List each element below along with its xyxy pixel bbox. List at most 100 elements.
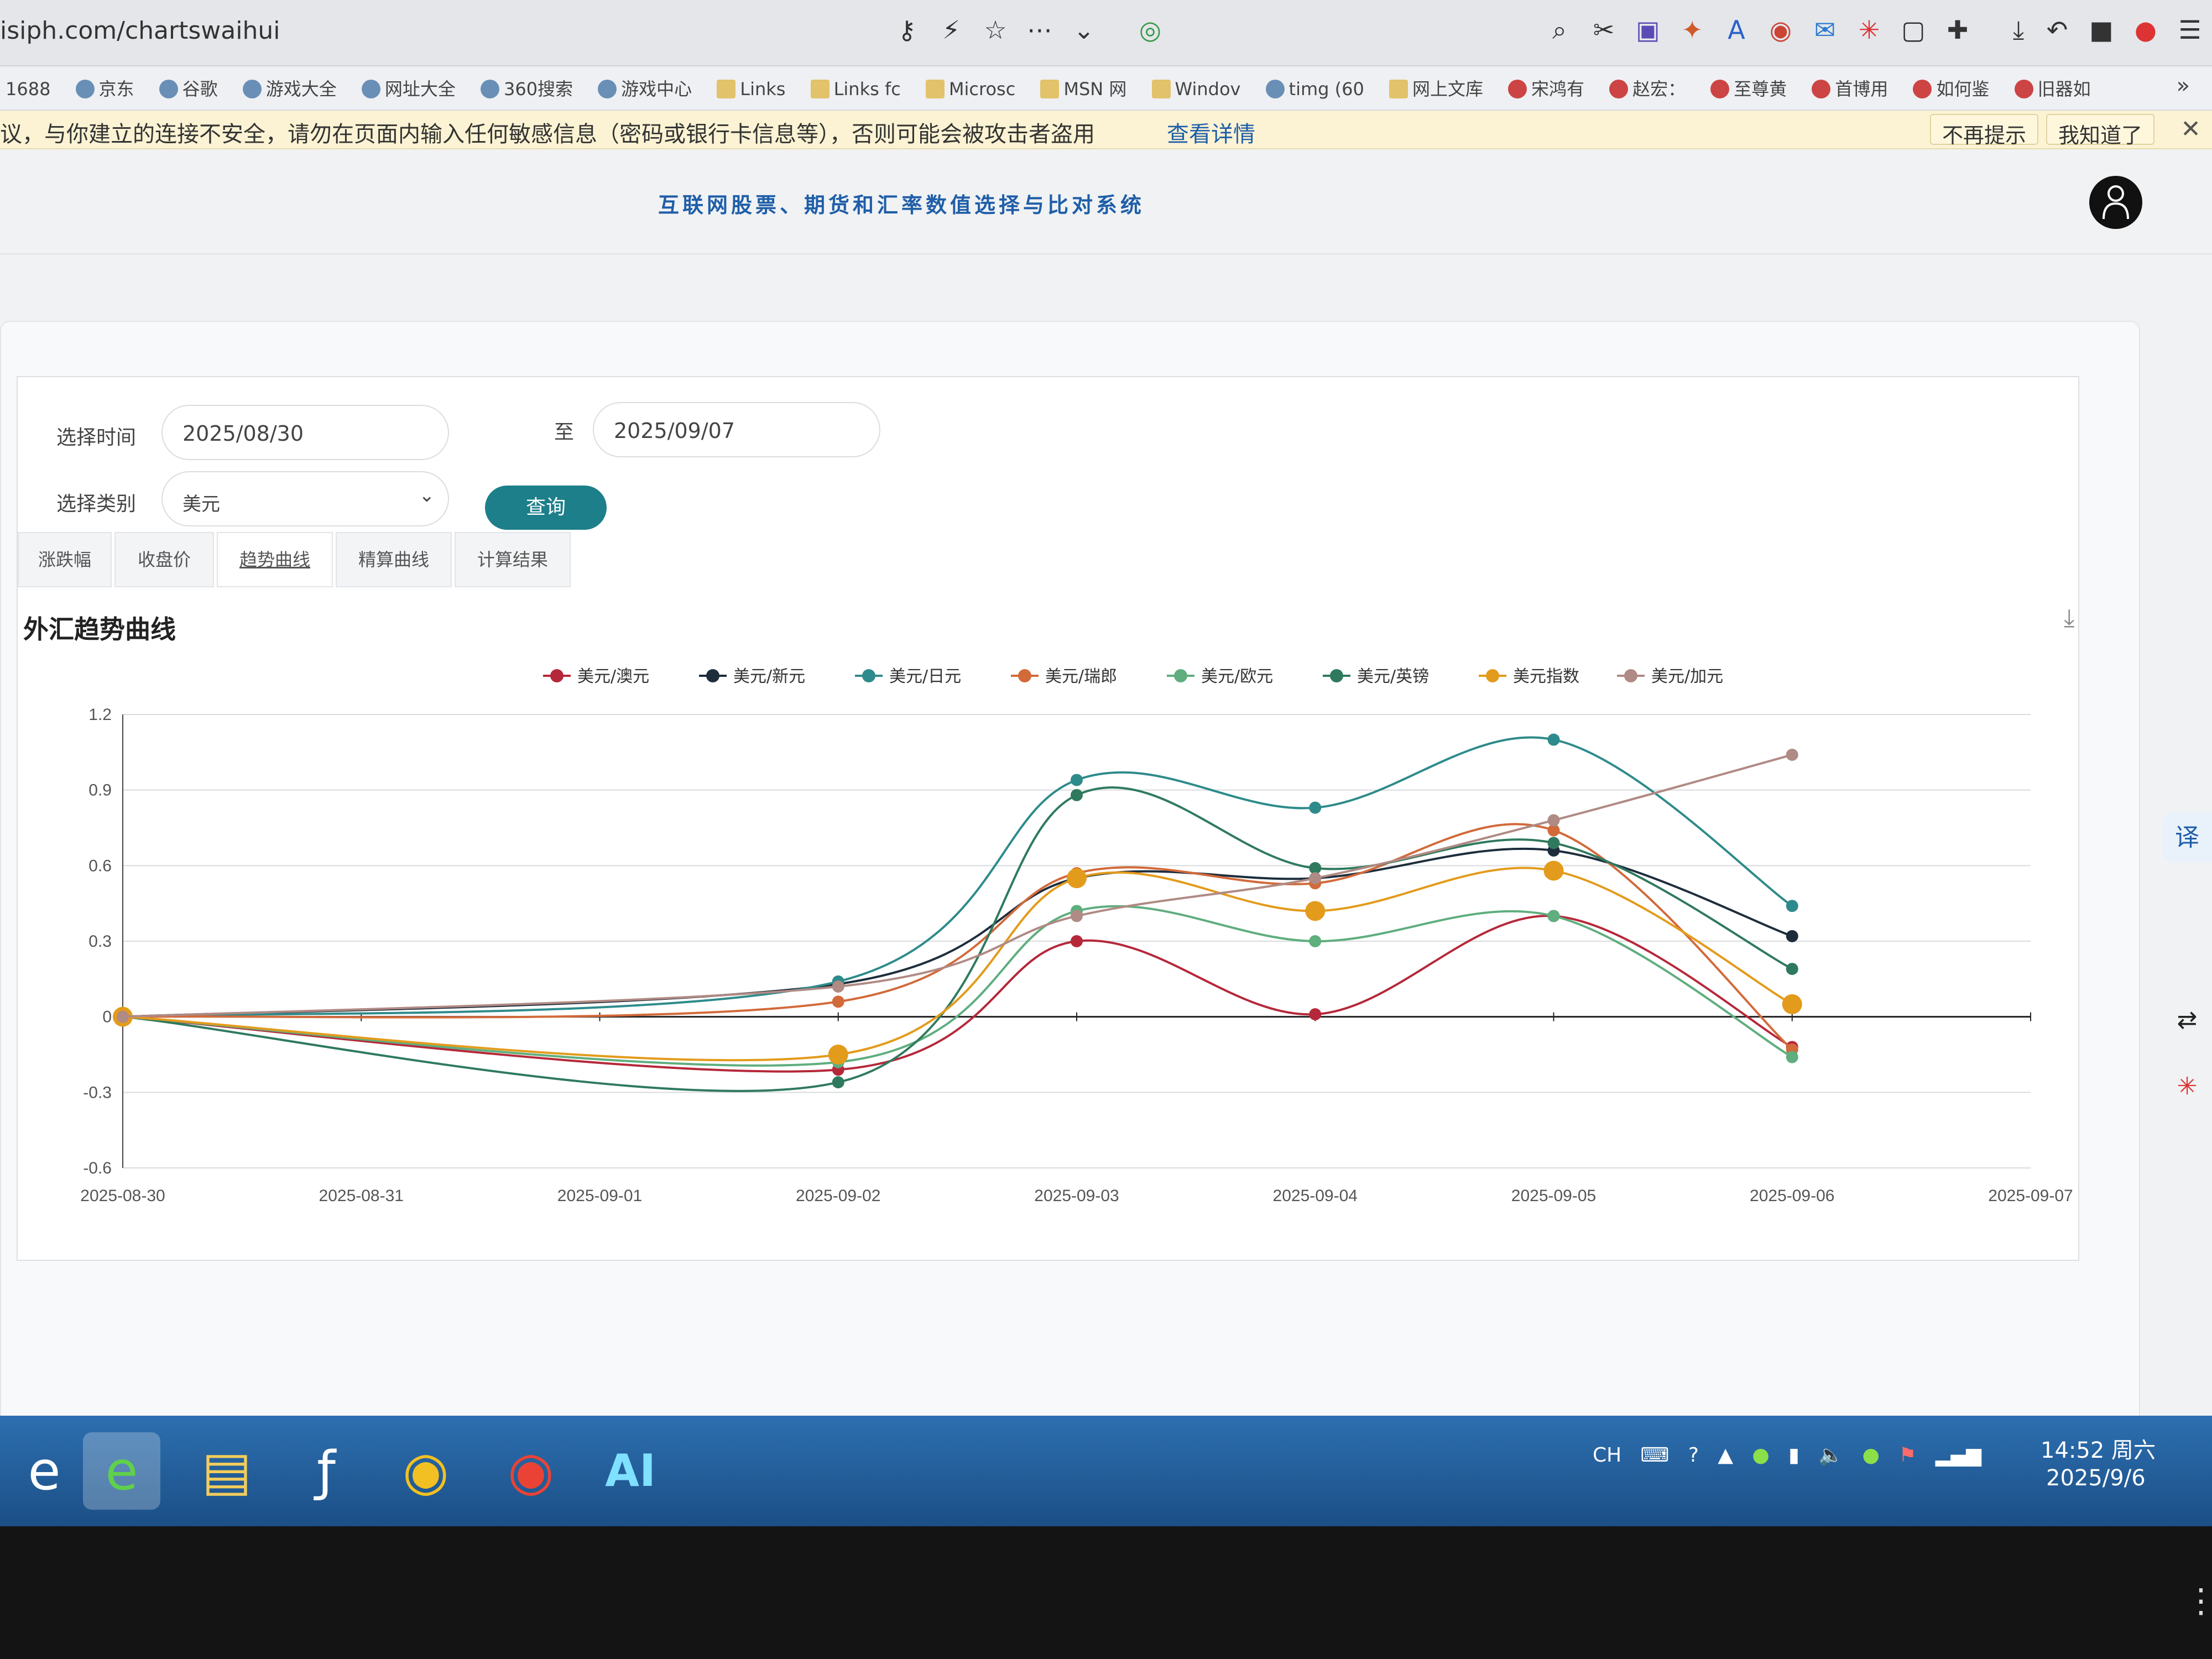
data-point[interactable] (1309, 801, 1322, 814)
bookmark-item[interactable]: Links fc (810, 79, 901, 100)
data-point[interactable] (1786, 1051, 1798, 1063)
data-point[interactable] (1071, 774, 1083, 786)
search-icon[interactable]: ⌕ (1543, 13, 1576, 46)
user-avatar[interactable] (2089, 176, 2142, 229)
bookmark-item[interactable]: Windov (1151, 79, 1240, 100)
help-icon[interactable]: ? (1688, 1444, 1712, 1467)
data-point[interactable] (117, 1010, 129, 1023)
chart-legend[interactable]: 美元/澳元 美元/新元 美元/日元 美元/瑞郎 美元/欧元 美元/英镑 美元指数 美元/加元 (543, 667, 1723, 686)
ie-edge-icon[interactable]: e (83, 1432, 160, 1510)
battery-icon[interactable]: ▮ (1788, 1444, 1812, 1467)
chrome-icon[interactable]: ◉ (387, 1432, 465, 1510)
undo-icon[interactable]: ↶ (2041, 13, 2074, 46)
bookmarks-overflow-icon[interactable]: » (2177, 73, 2190, 98)
volume-icon[interactable]: 🔈 (1818, 1444, 1856, 1467)
extension-icon[interactable]: ◎ (1134, 13, 1167, 46)
ie-icon[interactable]: e (6, 1432, 83, 1510)
data-point[interactable] (1071, 789, 1083, 801)
legend-item[interactable]: 美元/澳元 (543, 667, 649, 686)
legend-item[interactable]: 美元/英镑 (1323, 667, 1429, 686)
data-point[interactable] (1547, 910, 1560, 922)
network-icon[interactable]: ● (1752, 1444, 1782, 1467)
game-icon[interactable]: ✦ (1676, 13, 1709, 46)
series-line[interactable] (122, 736, 1793, 1018)
overflow-menu-icon[interactable]: ⋮ (2184, 1582, 2212, 1620)
data-point[interactable] (1309, 872, 1322, 885)
bookmark-item[interactable]: 赵宏： (1609, 75, 1686, 101)
data-point[interactable] (1067, 868, 1087, 889)
data-point[interactable] (1309, 935, 1322, 947)
translate-side-button[interactable]: 译 (2162, 813, 2212, 863)
bookmark-item[interactable]: Microsc (925, 79, 1015, 100)
legend-item[interactable]: 美元/日元 (855, 667, 961, 686)
data-point[interactable] (1786, 748, 1798, 761)
data-point[interactable] (1309, 1008, 1322, 1021)
chevron-down-icon[interactable]: ⌄ (1067, 13, 1100, 46)
data-point[interactable] (1786, 930, 1798, 942)
share-icon[interactable]: ✳ (2162, 1062, 2212, 1112)
key-icon[interactable]: ⚷ (890, 13, 924, 46)
clock-time[interactable]: 14:52 周六 (2041, 1432, 2156, 1464)
bookmark-item[interactable]: 首博用 (1812, 75, 1888, 101)
lightning-icon[interactable]: ⚡ (935, 13, 968, 46)
bookmark-item[interactable]: 网址大全 (361, 75, 456, 101)
dont-show-again-button[interactable]: 不再提示 (1930, 114, 2039, 148)
legend-item[interactable]: 美元指数 (1479, 667, 1579, 686)
legend-item[interactable]: 美元/新元 (699, 667, 805, 686)
data-point[interactable] (1786, 900, 1798, 912)
clock-date[interactable]: 2025/9/6 (2046, 1465, 2146, 1491)
bookmark-item[interactable]: 旧器如 (2014, 75, 2091, 101)
bookmark-item[interactable]: 360搜索 (480, 75, 573, 101)
series-line[interactable] (122, 786, 1793, 1092)
legend-item[interactable]: 美元/欧元 (1167, 667, 1273, 686)
bookmark-item[interactable]: 游戏中心 (598, 75, 692, 101)
bookmark-item[interactable]: 宋鸿有 (1508, 75, 1584, 101)
more-icon[interactable]: ⋯ (1023, 13, 1056, 46)
menu-icon[interactable]: ☰ (2173, 13, 2206, 46)
bookmark-item[interactable]: Links (717, 79, 785, 100)
mail-icon[interactable]: ✉ (1808, 13, 1841, 46)
ai-icon[interactable]: AI (592, 1432, 669, 1510)
got-it-button[interactable]: 我知道了 (2046, 114, 2155, 148)
settings-icon[interactable]: ✳ (1853, 13, 1886, 46)
book-icon[interactable]: ▣ (1631, 13, 1665, 46)
flash-icon[interactable]: ƒ (288, 1432, 365, 1510)
action-center-icon[interactable]: ⚑ (1898, 1444, 1929, 1467)
file-explorer-icon[interactable]: ▤ (188, 1432, 265, 1510)
address-bar[interactable]: isiph.com/chartswaihui (0, 17, 280, 45)
globe-icon[interactable]: ● (1862, 1444, 1892, 1467)
translate-icon[interactable]: A (1720, 13, 1753, 46)
data-point[interactable] (832, 980, 844, 993)
toolbox-icon[interactable]: ■ (2085, 13, 2118, 46)
legend-item[interactable]: 美元/瑞郎 (1011, 667, 1117, 686)
bookmark-item[interactable]: 京东 (75, 75, 134, 101)
data-point[interactable] (1547, 733, 1560, 746)
scissors-icon[interactable]: ✂ (1587, 13, 1620, 46)
bookmark-item[interactable]: 游戏大全 (242, 75, 337, 101)
star-icon[interactable]: ☆ (979, 13, 1012, 46)
translate-icon[interactable]: ⇄ (2162, 995, 2212, 1045)
data-point[interactable] (1786, 963, 1798, 975)
warning-details-link[interactable]: 查看详情 (1167, 116, 1255, 148)
puzzle-icon[interactable]: ✚ (1941, 13, 1974, 46)
keyboard-icon[interactable]: ⌨ (1628, 1444, 1682, 1467)
data-point[interactable] (832, 1076, 844, 1089)
data-point[interactable] (1071, 935, 1083, 947)
signal-icon[interactable]: ▂▄▆ (1936, 1444, 1981, 1467)
data-point[interactable] (1305, 901, 1326, 921)
close-icon[interactable]: ✕ (2180, 115, 2201, 143)
tray-arrow-icon[interactable]: ▲ (1718, 1444, 1746, 1467)
input-language[interactable]: CH (1593, 1444, 1621, 1467)
bookmark-item[interactable]: 至尊黄 (1710, 75, 1787, 101)
data-point[interactable] (828, 1045, 848, 1065)
bookmark-item[interactable]: 网上文库 (1389, 75, 1483, 101)
weibo-icon[interactable]: ◉ (1764, 13, 1797, 46)
window-icon[interactable]: ▢ (1897, 13, 1930, 46)
bookmark-item[interactable]: timg (60 (1265, 79, 1364, 100)
data-point[interactable] (1547, 837, 1560, 849)
data-point[interactable] (1071, 910, 1083, 922)
bookmark-item[interactable]: MSN 网 (1040, 75, 1126, 101)
data-point[interactable] (1543, 860, 1564, 881)
avatar-icon[interactable]: ● (2129, 13, 2162, 46)
series-line[interactable] (122, 753, 1793, 1018)
